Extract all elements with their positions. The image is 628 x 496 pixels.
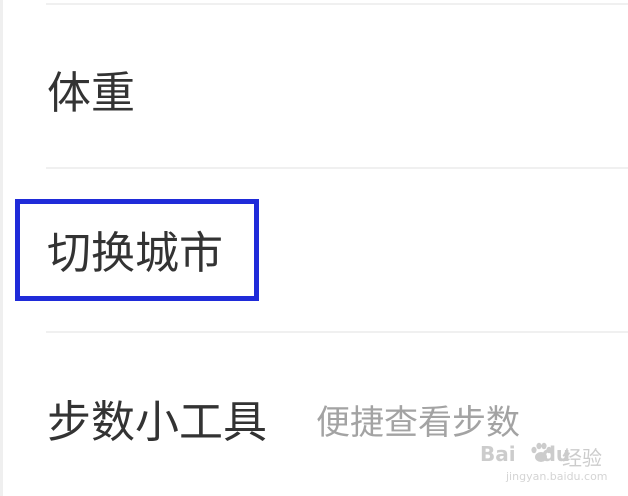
menu-item-switch-city-label: 切换城市 xyxy=(47,228,223,279)
menu-item-step-widget-label: 步数小工具 xyxy=(47,397,267,448)
menu-item-step-widget[interactable]: 步数小工具 便捷查看步数 xyxy=(0,333,628,496)
divider-top xyxy=(46,3,628,5)
menu-item-step-widget-sublabel: 便捷查看步数 xyxy=(316,403,520,443)
menu-item-weight[interactable]: 体重 xyxy=(0,6,628,168)
menu-item-weight-label: 体重 xyxy=(47,68,135,119)
settings-list-screen: 体重 切换城市 步数小工具 便捷查看步数 Bai du 经验 jingyan.ba… xyxy=(0,0,628,496)
menu-item-switch-city[interactable]: 切换城市 xyxy=(0,169,628,331)
